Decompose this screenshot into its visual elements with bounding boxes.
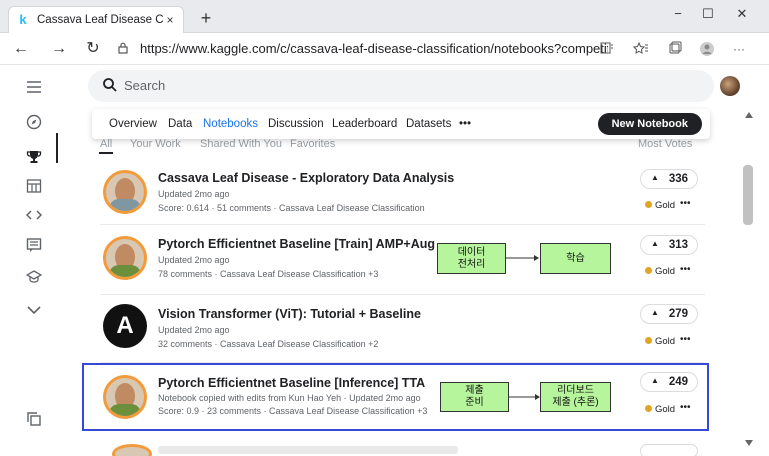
notebook-title[interactable]: Vision Transformer (ViT): Tutorial + Bas… [158,307,421,321]
scroll-down-icon[interactable] [745,440,753,446]
arrow-icon [509,394,540,400]
lock-icon [118,42,128,54]
upvote-arrow-icon: ▲ [651,239,659,248]
chevron-down-icon[interactable] [22,301,46,321]
row-divider [100,294,705,295]
arrow-icon [506,255,539,261]
compass-icon[interactable] [22,114,46,134]
menu-icon[interactable] [22,79,46,99]
notebook-title[interactable]: Pytorch Efficientnet Baseline [Train] AM… [158,237,435,251]
close-window-button[interactable]: ✕ [731,6,753,22]
gold-medal-badge: Gold [645,266,675,277]
tab-notebooks[interactable]: Notebooks [203,118,258,130]
tab-leaderboard[interactable]: Leaderboard [332,118,397,130]
tab-discussion[interactable]: Discussion [268,118,324,130]
notebook-row-partial[interactable] [100,440,710,456]
annotation-leaderboard-submit: 리더보드 제출 (추론) [540,382,611,412]
notebook-updated: Updated 2mo ago [158,189,230,199]
discussion-icon[interactable] [22,237,46,257]
graduation-cap-icon[interactable] [22,269,46,289]
author-avatar [103,170,147,214]
more-tabs-button[interactable]: ••• [459,118,471,130]
notebook-meta: 78 comments · Cassava Leaf Disease Class… [158,269,379,279]
search-icon [103,78,117,92]
author-avatar: A [103,304,147,348]
upvote-arrow-icon: ▲ [651,308,659,317]
tab-close-icon[interactable]: × [163,13,177,27]
notebook-updated: Updated 2mo ago [158,255,230,265]
table-icon[interactable] [22,178,46,198]
annotation-preprocess: 데이터 전처리 [437,243,506,274]
reader-mode-icon[interactable] [598,41,616,57]
notebook-more-button[interactable]: ••• [680,198,691,209]
minimize-button[interactable]: − [667,6,689,21]
new-tab-button[interactable]: + [196,8,216,28]
active-nav-indicator [56,133,58,163]
upvote-button[interactable]: ▲ 313 [640,235,698,255]
tab-overview[interactable]: Overview [109,118,157,130]
browser-tab[interactable]: k Cassava Leaf Disease Classificatio × [8,6,184,33]
tab-title: Cassava Leaf Disease Classificatio [37,14,163,26]
gold-medal-badge: Gold [645,336,675,347]
author-avatar [103,236,147,280]
upvote-button[interactable]: ▲ 336 [640,169,698,189]
filter-underline [99,152,113,154]
refresh-button[interactable]: ↻ [82,39,104,59]
filter-favorites[interactable]: Favorites [290,138,335,150]
code-icon[interactable] [22,207,46,227]
scroll-up-icon[interactable] [745,112,753,118]
annotation-train: 학습 [540,243,611,274]
scrollbar[interactable] [744,104,756,452]
browser-tab-bar: k Cassava Leaf Disease Classificatio × +… [0,0,769,33]
gold-medal-badge: Gold [645,200,675,211]
trophy-icon[interactable] [22,149,46,169]
competition-subnav: Overview Data Notebooks Discussion Leade… [92,109,710,139]
upvote-button[interactable]: ▲ 279 [640,304,698,324]
filter-all[interactable]: All [100,138,112,150]
notebook-title[interactable]: Cassava Leaf Disease - Exploratory Data … [158,171,454,185]
notebook-more-button[interactable]: ••• [680,334,691,345]
highlight-box [82,363,709,431]
scrollbar-thumb[interactable] [743,165,753,225]
profile-icon[interactable] [698,41,716,57]
search-placeholder: Search [124,78,166,93]
collections-icon[interactable] [666,41,684,57]
sort-dropdown[interactable]: Most Votes [638,138,692,150]
new-notebook-button[interactable]: New Notebook [597,113,702,135]
tab-datasets[interactable]: Datasets [406,118,451,130]
annotation-submit-prep: 제출 준비 [440,382,509,412]
url-field[interactable]: https://www.kaggle.com/c/cassava-leaf-di… [140,41,608,59]
user-avatar[interactable] [720,76,740,96]
search-bar[interactable]: Search [88,70,714,102]
row-divider [100,224,705,225]
forward-button[interactable]: → [48,39,70,59]
kaggle-favicon-icon: k [19,12,27,27]
recent-items-icon[interactable] [22,411,46,431]
upvote-arrow-icon: ▲ [651,173,659,182]
notebook-meta: Score: 0.614 · 51 comments · Cassava Lea… [158,203,425,213]
favorites-icon[interactable] [632,41,650,57]
maximize-button[interactable]: ☐ [697,6,719,22]
notebook-updated: Updated 2mo ago [158,325,230,335]
back-button[interactable]: ← [10,39,32,59]
settings-more-icon[interactable]: ··· [730,41,748,57]
filter-your-work[interactable]: Your Work [130,138,181,150]
tab-data[interactable]: Data [168,118,192,130]
address-bar: ← → ↻ https://www.kaggle.com/c/cassava-l… [0,33,769,65]
notebook-more-button[interactable]: ••• [680,264,691,275]
kaggle-sidebar [0,65,60,456]
filter-shared[interactable]: Shared With You [200,138,282,150]
notebook-meta: 32 comments · Cassava Leaf Disease Class… [158,339,379,349]
